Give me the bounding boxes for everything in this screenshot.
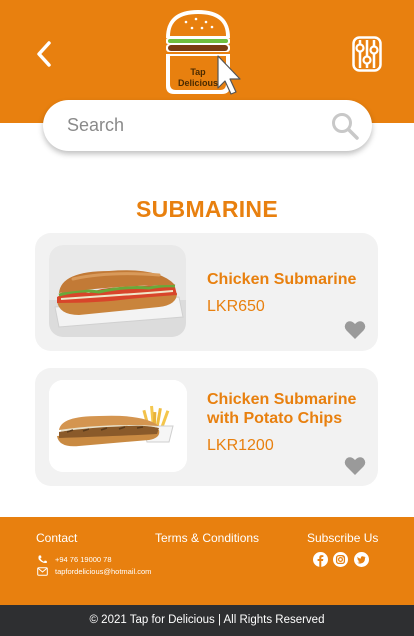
footer: Contact Terms & Conditions Subscribe Us … bbox=[0, 517, 414, 605]
favorite-heart-icon[interactable] bbox=[344, 320, 366, 340]
logo-text: Tap Delicious bbox=[177, 67, 218, 88]
filter-sliders-icon[interactable] bbox=[352, 36, 382, 72]
category-title: SUBMARINE bbox=[136, 196, 278, 222]
search-input[interactable] bbox=[67, 100, 307, 151]
favorite-heart-icon[interactable] bbox=[344, 456, 366, 476]
facebook-icon[interactable] bbox=[313, 552, 328, 567]
product-price: LKR650 bbox=[207, 298, 265, 315]
product-card[interactable]: Chicken Submarine LKR650 bbox=[35, 233, 378, 351]
product-card[interactable]: Chicken Submarine with Potato Chips LKR1… bbox=[35, 368, 378, 486]
product-image-submarine-with-chips bbox=[49, 380, 187, 472]
twitter-icon[interactable] bbox=[354, 552, 369, 567]
copyright-bar: © 2021 Tap for Delicious | All Rights Re… bbox=[0, 605, 414, 636]
back-chevron-icon[interactable] bbox=[34, 40, 54, 68]
product-name: Chicken Submarine bbox=[207, 271, 357, 288]
product-price: LKR1200 bbox=[207, 437, 274, 454]
footer-contact-heading: Contact bbox=[36, 531, 78, 545]
footer-email[interactable]: tapfordelicious@hotmail.com bbox=[55, 567, 151, 576]
search-bar bbox=[43, 100, 372, 151]
product-name: Chicken Submarine with Potato Chips bbox=[207, 391, 357, 427]
instagram-icon[interactable] bbox=[333, 552, 348, 567]
mail-icon bbox=[37, 567, 48, 576]
footer-phone[interactable]: +94 76 19000 78 bbox=[55, 555, 112, 564]
phone-icon bbox=[38, 555, 47, 564]
footer-terms-link[interactable]: Terms & Conditions bbox=[155, 531, 259, 545]
footer-subscribe-heading: Subscribe Us bbox=[307, 531, 379, 545]
search-icon[interactable] bbox=[331, 112, 359, 140]
product-image-submarine bbox=[49, 245, 186, 337]
